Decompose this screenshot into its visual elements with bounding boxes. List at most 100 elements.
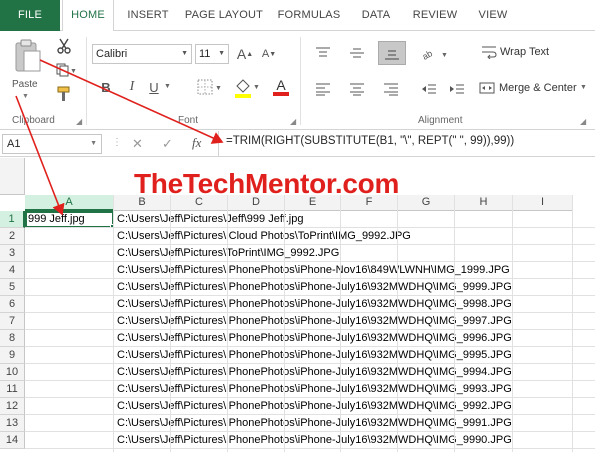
cell-a13[interactable] <box>26 415 112 431</box>
grow-font-button[interactable]: A ▲ <box>236 44 254 64</box>
cell-b7[interactable]: C:\Users\Jeff\Pictures\iPhonePhotos\iPho… <box>115 313 512 329</box>
cell-a4[interactable] <box>26 262 112 278</box>
copy-button[interactable]: ▼ <box>54 61 78 79</box>
cell-b13[interactable]: C:\Users\Jeff\Pictures\iPhonePhotos\iPho… <box>115 415 512 431</box>
align-bottom-button[interactable] <box>378 41 406 65</box>
row-header-13[interactable]: 13 <box>0 415 25 432</box>
cell-b5[interactable]: C:\Users\Jeff\Pictures\iPhonePhotos\iPho… <box>115 279 512 295</box>
tab-data[interactable]: DATA <box>352 0 400 31</box>
paste-button[interactable] <box>10 37 44 77</box>
column-header-h[interactable]: H <box>455 195 513 211</box>
cell-b9[interactable]: C:\Users\Jeff\Pictures\iPhonePhotos\iPho… <box>115 347 512 363</box>
tab-view[interactable]: VIEW <box>470 0 516 31</box>
cell-a9[interactable] <box>26 347 112 363</box>
align-right-button[interactable] <box>380 79 402 99</box>
borders-button[interactable]: ▼ <box>196 77 224 97</box>
row-header-9[interactable]: 9 <box>0 347 25 364</box>
cell-b1[interactable]: C:\Users\Jeff\Pictures\Jeff\999 Jeff.jpg <box>115 211 303 227</box>
chevron-down-icon[interactable]: ▼ <box>22 93 29 100</box>
tab-file[interactable]: FILE <box>0 0 60 31</box>
column-header-i[interactable]: I <box>513 195 573 211</box>
row-header-1[interactable]: 1 <box>0 211 25 228</box>
column-header-d[interactable]: D <box>228 195 285 211</box>
row-header-14[interactable]: 14 <box>0 432 25 449</box>
svg-text:▼: ▼ <box>441 52 448 59</box>
insert-function-button[interactable]: fx <box>192 135 201 151</box>
font-size-select[interactable]: 11 ▼ <box>195 44 229 64</box>
wrap-text-icon <box>480 43 498 61</box>
decrease-indent-button[interactable] <box>418 79 440 99</box>
row-header-4[interactable]: 4 <box>0 262 25 279</box>
row-header-12[interactable]: 12 <box>0 398 25 415</box>
tab-review[interactable]: REVIEW <box>406 0 464 31</box>
row-header-2[interactable]: 2 <box>0 228 25 245</box>
font-launcher-icon[interactable]: ◢ <box>290 117 296 126</box>
cell-a14[interactable] <box>26 432 112 448</box>
align-center-button[interactable] <box>346 79 368 99</box>
cell-a5[interactable] <box>26 279 112 295</box>
row-header-3[interactable]: 3 <box>0 245 25 262</box>
select-all-corner[interactable] <box>0 158 25 195</box>
formula-input[interactable]: =TRIM(RIGHT(SUBSTITUTE(B1, "\", REPT(" "… <box>226 135 514 147</box>
alignment-launcher-icon[interactable]: ◢ <box>580 117 586 126</box>
fill-color-button[interactable]: ▼ <box>232 77 262 99</box>
tab-formulas[interactable]: FORMULAS <box>272 0 346 31</box>
check-icon[interactable]: ✓ <box>162 136 173 152</box>
chevron-down-icon: ▼ <box>90 140 97 147</box>
cell-a10[interactable] <box>26 364 112 380</box>
cell-b11[interactable]: C:\Users\Jeff\Pictures\iPhonePhotos\iPho… <box>115 381 512 397</box>
column-header-g[interactable]: G <box>398 195 455 211</box>
row-header-5[interactable]: 5 <box>0 279 25 296</box>
align-left-button[interactable] <box>312 79 334 99</box>
align-top-button[interactable] <box>312 43 334 63</box>
font-color-button[interactable]: A <box>266 75 296 99</box>
column-header-c[interactable]: C <box>171 195 228 211</box>
align-middle-button[interactable] <box>346 43 368 63</box>
font-name-select[interactable]: Calibri ▼ <box>92 44 192 64</box>
align-left-icon <box>316 83 330 96</box>
cell-b12[interactable]: C:\Users\Jeff\Pictures\iPhonePhotos\iPho… <box>115 398 512 414</box>
gridline <box>25 346 595 347</box>
cell-b6[interactable]: C:\Users\Jeff\Pictures\iPhonePhotos\iPho… <box>115 296 512 312</box>
italic-button[interactable]: I <box>124 77 140 97</box>
column-header-e[interactable]: E <box>285 195 341 211</box>
cell-b8[interactable]: C:\Users\Jeff\Pictures\iPhonePhotos\iPho… <box>115 330 512 346</box>
cell-b2[interactable]: C:\Users\Jeff\Pictures\iCloud Photos\ToP… <box>115 228 411 244</box>
row-header-8[interactable]: 8 <box>0 330 25 347</box>
cell-b14[interactable]: C:\Users\Jeff\Pictures\iPhonePhotos\iPho… <box>115 432 512 448</box>
cell-a12[interactable] <box>26 398 112 414</box>
cell-a2[interactable] <box>26 228 112 244</box>
row-header-7[interactable]: 7 <box>0 313 25 330</box>
cancel-icon[interactable]: ✕ <box>132 136 143 152</box>
row-header-11[interactable]: 11 <box>0 381 25 398</box>
cell-a6[interactable] <box>26 296 112 312</box>
column-header-f[interactable]: F <box>341 195 398 211</box>
shrink-font-button[interactable]: A ▼ <box>260 44 278 64</box>
row-header-6[interactable]: 6 <box>0 296 25 313</box>
clipboard-launcher-icon[interactable]: ◢ <box>76 117 82 126</box>
cell-a7[interactable] <box>26 313 112 329</box>
cell-a8[interactable] <box>26 330 112 346</box>
tab-insert[interactable]: INSERT <box>120 0 176 31</box>
chevron-down-icon[interactable]: ▼ <box>580 84 587 91</box>
column-header-b[interactable]: B <box>114 195 171 211</box>
chevron-down-icon[interactable]: ▼ <box>164 83 171 90</box>
wrap-text-button[interactable]: Wrap Text <box>500 46 549 58</box>
cut-button[interactable] <box>54 37 74 55</box>
tab-page-layout[interactable]: PAGE LAYOUT <box>182 0 266 31</box>
row-header-10[interactable]: 10 <box>0 364 25 381</box>
cell-a3[interactable] <box>26 245 112 261</box>
drag-handle-icon[interactable]: ⋮ <box>112 137 122 148</box>
bold-button[interactable]: B <box>98 77 114 97</box>
format-painter-button[interactable] <box>54 85 74 103</box>
cell-a11[interactable] <box>26 381 112 397</box>
column-header-a[interactable]: A <box>25 195 114 211</box>
underline-button[interactable]: U <box>146 77 162 97</box>
tab-home[interactable]: HOME <box>62 0 114 32</box>
orientation-button[interactable]: ab ▼ <box>420 43 450 63</box>
cell-b10[interactable]: C:\Users\Jeff\Pictures\iPhonePhotos\iPho… <box>115 364 512 380</box>
cell-b4[interactable]: C:\Users\Jeff\Pictures\iPhonePhotos\iPho… <box>115 262 510 278</box>
increase-indent-button[interactable] <box>446 79 468 99</box>
name-box[interactable]: A1 ▼ <box>2 134 102 154</box>
merge-center-button[interactable]: Merge & Center <box>499 82 577 94</box>
